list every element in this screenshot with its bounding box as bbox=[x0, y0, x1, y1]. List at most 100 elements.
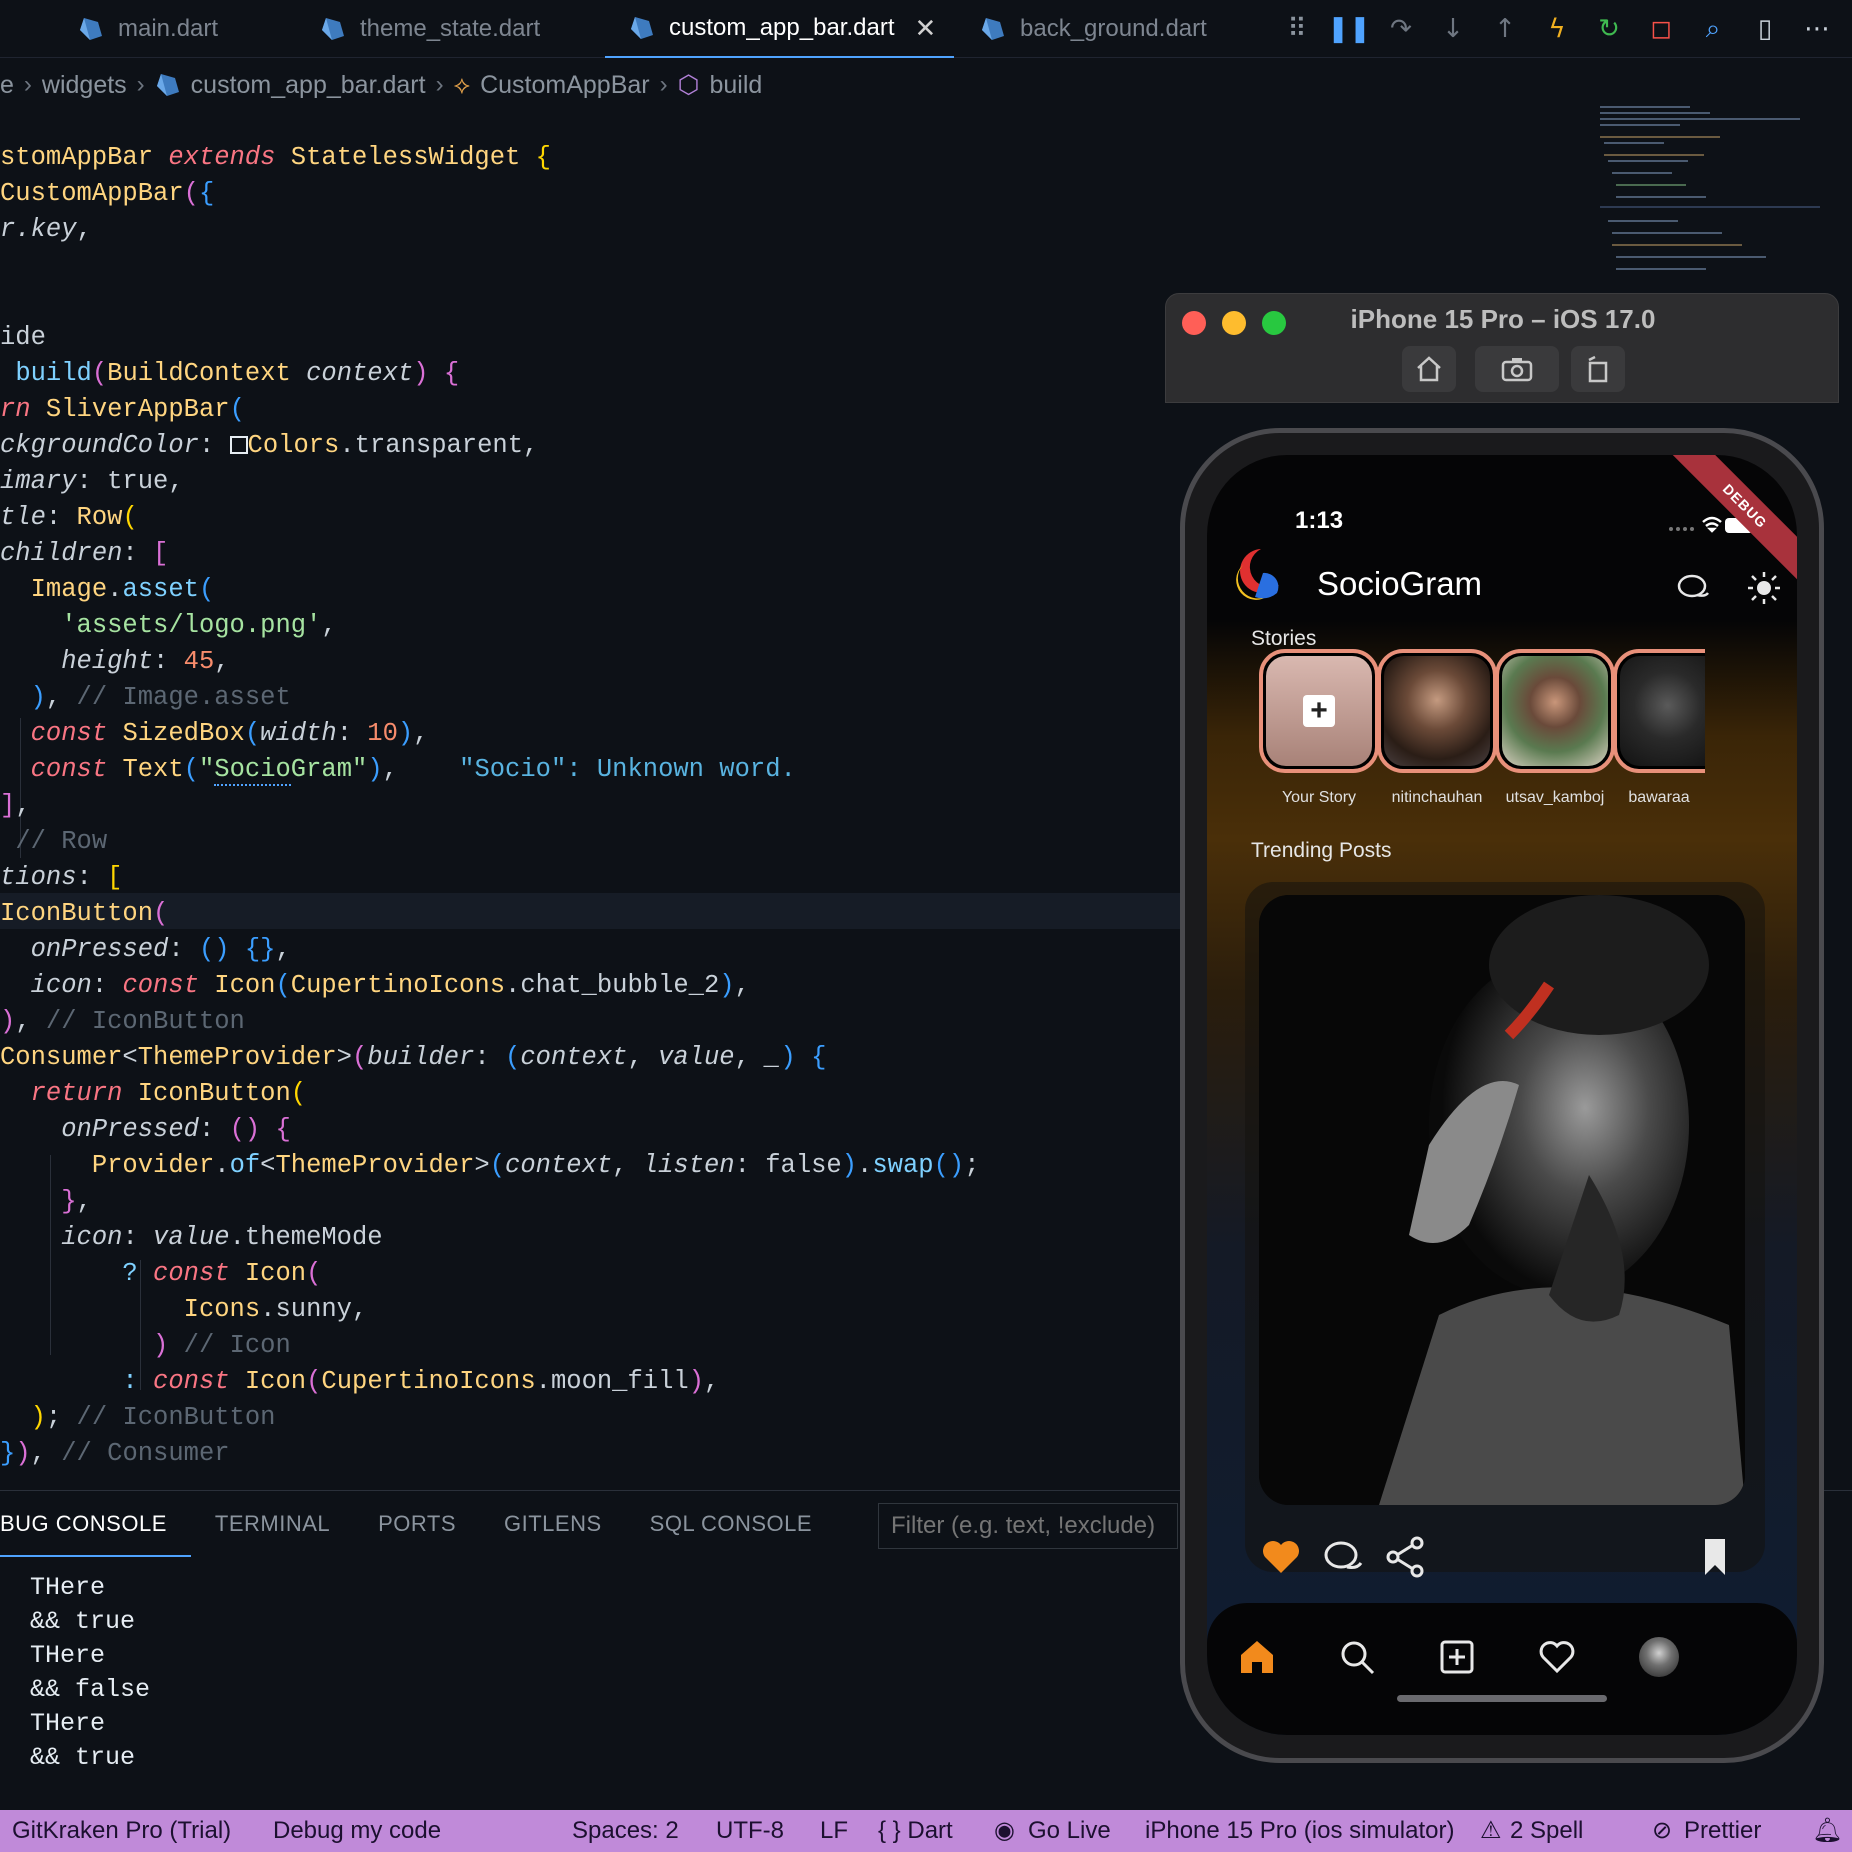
share-icon[interactable] bbox=[1383, 1535, 1427, 1579]
tab-label: back_ground.dart bbox=[1020, 15, 1207, 42]
tab-gitlens[interactable]: GITLENS bbox=[480, 1491, 626, 1557]
code-line: onPressed: () { bbox=[61, 1115, 291, 1144]
status-time: 1:13 bbox=[1295, 507, 1344, 534]
story-your-story[interactable]: + Your Story bbox=[1259, 649, 1379, 807]
console-filter-input[interactable] bbox=[878, 1503, 1178, 1549]
phone-screen[interactable]: 1:13 DEBUG SocioGram Stories + Your Stor… bbox=[1207, 455, 1797, 1735]
code-line: // Row bbox=[15, 827, 108, 856]
sun-icon[interactable] bbox=[1747, 571, 1781, 605]
code-line: ); // IconButton bbox=[30, 1403, 276, 1432]
rotate-button[interactable] bbox=[1571, 346, 1625, 392]
chat-bubble-icon[interactable] bbox=[1677, 573, 1711, 603]
gitkraken-status[interactable]: GitKraken Pro (Trial) bbox=[12, 1810, 231, 1852]
code-line: imary: true, bbox=[0, 467, 184, 496]
like-heart-icon[interactable] bbox=[1259, 1535, 1303, 1579]
heart-icon[interactable] bbox=[1537, 1637, 1577, 1677]
story-utsav-kamboj[interactable]: utsav_kamboj bbox=[1495, 649, 1615, 807]
tab-terminal[interactable]: TERMINAL bbox=[191, 1491, 354, 1557]
stop-icon[interactable]: ◻ bbox=[1646, 14, 1676, 44]
breadcrumb-item[interactable]: e bbox=[0, 71, 14, 100]
code-line: icon: const Icon(CupertinoIcons.chat_bub… bbox=[30, 971, 750, 1000]
code-line: rn SliverAppBar( bbox=[0, 395, 245, 424]
avatar bbox=[1384, 656, 1490, 766]
add-story-icon: + bbox=[1303, 694, 1335, 727]
go-live-button[interactable]: Go Live bbox=[1028, 1810, 1111, 1852]
restart-icon[interactable]: ↻ bbox=[1594, 14, 1624, 44]
devtools-search-icon[interactable]: ⌕ bbox=[1698, 14, 1728, 44]
tab-ports[interactable]: PORTS bbox=[354, 1491, 480, 1557]
step-out-icon[interactable]: ↑ bbox=[1490, 14, 1520, 44]
minimap[interactable] bbox=[1590, 100, 1820, 290]
trending-heading: Trending Posts bbox=[1251, 839, 1392, 862]
tab-sql-console[interactable]: SQL CONSOLE bbox=[626, 1491, 836, 1557]
debug-status[interactable]: Debug my code bbox=[273, 1810, 441, 1852]
code-line: height: 45, bbox=[61, 647, 230, 676]
tab-back-ground-dart[interactable]: back_ground.dart bbox=[980, 0, 1207, 58]
code-line: }), // Consumer bbox=[0, 1439, 230, 1468]
tab-label: custom_app_bar.dart bbox=[669, 14, 895, 41]
tab-debug-console[interactable]: BUG CONSOLE bbox=[0, 1491, 191, 1557]
search-icon[interactable] bbox=[1337, 1637, 1377, 1677]
close-tab-icon[interactable]: ✕ bbox=[914, 13, 936, 44]
code-line: Icons.sunny, bbox=[183, 1295, 368, 1324]
code-editor[interactable]: stomAppBar extends StatelessWidget { Cus… bbox=[0, 140, 1180, 1470]
code-line: CustomAppBar({ bbox=[0, 179, 215, 208]
tab-custom-app-bar-dart[interactable]: custom_app_bar.dart ✕ bbox=[605, 0, 955, 58]
pause-icon[interactable]: ❚❚ bbox=[1327, 14, 1371, 44]
device-icon[interactable]: ▯ bbox=[1750, 14, 1780, 44]
drag-handle-icon[interactable]: ⠿ bbox=[1282, 14, 1312, 44]
panel-tabs: BUG CONSOLE TERMINAL PORTS GITLENS SQL C… bbox=[0, 1491, 836, 1557]
console-line: && false bbox=[30, 1675, 151, 1704]
code-line: build(BuildContext context) { bbox=[15, 359, 460, 388]
tab-main-dart[interactable]: main.dart bbox=[78, 0, 218, 58]
step-over-icon[interactable]: ↷ bbox=[1386, 14, 1416, 44]
post-image[interactable] bbox=[1259, 895, 1745, 1505]
avatar bbox=[1620, 656, 1705, 766]
breadcrumb-item[interactable]: widgets bbox=[42, 71, 127, 100]
bell-icon[interactable]: 🔔︎ bbox=[1812, 1810, 1842, 1852]
editor-tab-bar: main.dart theme_state.dart custom_app_ba… bbox=[0, 0, 1852, 58]
language-status[interactable]: { } Dart bbox=[878, 1810, 953, 1852]
code-line: : const Icon(CupertinoIcons.moon_fill), bbox=[122, 1367, 720, 1396]
story-username: bawaraa bbox=[1628, 789, 1690, 806]
more-icon[interactable]: ⋯ bbox=[1802, 14, 1832, 44]
add-post-icon[interactable] bbox=[1437, 1637, 1477, 1677]
prettier-status[interactable]: Prettier bbox=[1684, 1810, 1761, 1852]
dart-file-icon bbox=[631, 17, 653, 39]
tab-theme-state-dart[interactable]: theme_state.dart bbox=[320, 0, 540, 58]
bookmark-icon[interactable] bbox=[1693, 1535, 1737, 1579]
breadcrumb: e › widgets › custom_app_bar.dart › ⟡ Cu… bbox=[0, 64, 762, 106]
story-bawaraa[interactable]: bawaraa bbox=[1613, 649, 1705, 807]
chevron-right-icon: › bbox=[659, 71, 668, 98]
chevron-right-icon: › bbox=[435, 71, 444, 98]
indentation-status[interactable]: Spaces: 2 bbox=[572, 1810, 679, 1852]
breadcrumb-item[interactable]: custom_app_bar.dart bbox=[191, 71, 426, 100]
simulator-window: iPhone 15 Pro – iOS 17.0 bbox=[1165, 293, 1839, 403]
tab-label: theme_state.dart bbox=[360, 15, 541, 42]
spell-status[interactable]: 2 Spell bbox=[1510, 1810, 1583, 1852]
dart-file-icon bbox=[80, 18, 102, 40]
encoding-status[interactable]: UTF-8 bbox=[716, 1810, 784, 1852]
step-into-icon[interactable]: ↓ bbox=[1438, 14, 1468, 44]
eol-status[interactable]: LF bbox=[820, 1810, 848, 1852]
screenshot-button[interactable] bbox=[1475, 346, 1559, 392]
story-username: utsav_kamboj bbox=[1505, 789, 1605, 806]
device-status[interactable]: iPhone 15 Pro (ios simulator) bbox=[1145, 1810, 1454, 1852]
home-button[interactable] bbox=[1402, 346, 1456, 392]
breadcrumb-item[interactable]: CustomAppBar bbox=[480, 71, 650, 100]
post-photo bbox=[1259, 895, 1745, 1505]
tab-label: main.dart bbox=[118, 15, 219, 42]
hot-reload-icon[interactable]: ϟ bbox=[1542, 14, 1572, 44]
breadcrumb-item[interactable]: build bbox=[709, 71, 762, 100]
comment-icon[interactable] bbox=[1321, 1535, 1365, 1579]
code-line: ) // Icon bbox=[153, 1331, 291, 1360]
dart-file-icon bbox=[982, 18, 1004, 40]
home-icon[interactable] bbox=[1237, 1637, 1277, 1677]
code-line: ), // IconButton bbox=[0, 1007, 245, 1036]
story-nitinchauhan[interactable]: nitinchauhan bbox=[1377, 649, 1497, 807]
sociogram-logo bbox=[1236, 549, 1279, 600]
code-line: icon: value.themeMode bbox=[61, 1223, 383, 1252]
code-line: ckgroundColor: Colors.transparent, bbox=[0, 431, 539, 460]
code-line: 'assets/logo.png', bbox=[61, 611, 337, 640]
profile-avatar[interactable] bbox=[1639, 1637, 1679, 1677]
